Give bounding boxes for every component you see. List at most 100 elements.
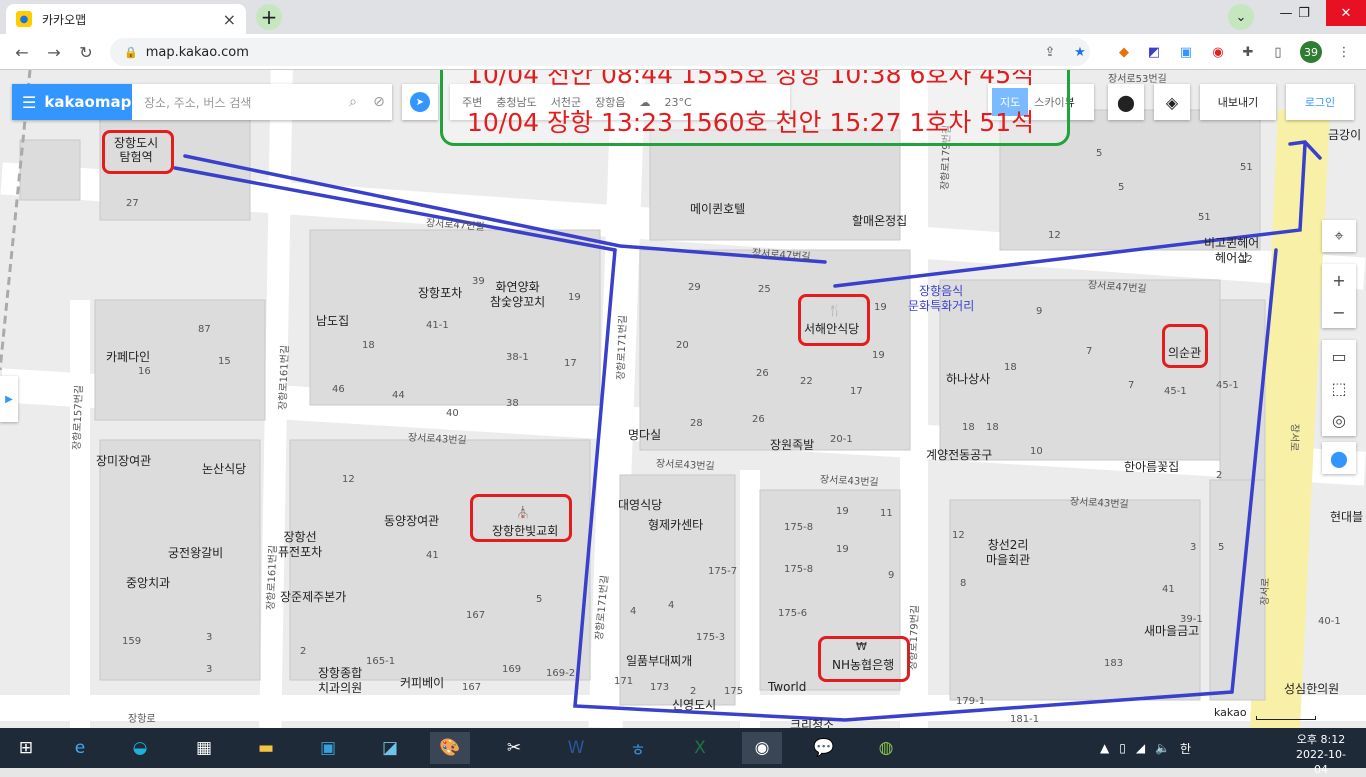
line-icon[interactable]: ◍ xyxy=(866,732,906,764)
search-input[interactable]: 장소, 주소, 버스 검색 xyxy=(132,94,340,111)
share-icon[interactable]: ⇪ xyxy=(1040,42,1060,62)
roadview-pin-icon[interactable]: ⬤ xyxy=(1108,84,1144,120)
puzzle-extensions-icon[interactable]: ✚ xyxy=(1238,42,1258,62)
menu-kebab-icon[interactable]: ⋮ xyxy=(1334,42,1354,62)
place-janghangpocha[interactable]: 장항포차 xyxy=(418,284,462,301)
place-seohae[interactable]: 서해안식당 xyxy=(804,320,859,337)
notepad-icon[interactable]: ◪ xyxy=(370,732,410,764)
ruler-icon[interactable]: ▭ xyxy=(1322,340,1356,372)
sidepanel-icon[interactable]: ▯ xyxy=(1268,42,1288,62)
place-uisun[interactable]: 의순관 xyxy=(1168,344,1201,361)
place-gungjeon[interactable]: 궁전왕갈비 xyxy=(168,544,223,561)
place-nhbank[interactable]: NH농협은행 xyxy=(832,656,894,673)
lot-number: 2 xyxy=(1216,470,1223,481)
place-church[interactable]: 장항한빛교회 xyxy=(492,522,558,539)
snipping-tool-icon[interactable]: ✂ xyxy=(494,732,534,764)
map-canvas[interactable]: 장항도시 탐험역 서해안식당 🍴 의순관 장항한빛교회 ⛪ NH농협은행 ₩ 메… xyxy=(0,70,1366,728)
place-hwayeon[interactable]: 화연양화 참숯양꼬치 xyxy=(490,280,545,310)
tray-chevron-icon[interactable]: ▲ xyxy=(1100,741,1109,755)
place-jangwon[interactable]: 장원족발 xyxy=(770,436,814,453)
export-button[interactable]: 내보내기 xyxy=(1200,84,1276,120)
control-panel-icon[interactable]: ▦ xyxy=(184,732,224,764)
file-explorer-icon[interactable]: ▬ xyxy=(246,732,286,764)
paint-icon[interactable]: 🎨 xyxy=(430,732,470,764)
extension-badge-icon[interactable]: ▣ xyxy=(1176,42,1196,62)
road-label: 장서로53번길 xyxy=(1108,74,1167,85)
place-jungang[interactable]: 중앙치과 xyxy=(126,574,170,591)
place-cafedain[interactable]: 카페다인 xyxy=(106,348,150,365)
place-coffeebay[interactable]: 커피베이 xyxy=(400,674,444,691)
place-halmae[interactable]: 할매온정집 xyxy=(852,212,907,229)
windows-start-icon[interactable]: ⊞ xyxy=(6,732,46,764)
current-location-icon[interactable]: ⌖ xyxy=(1322,220,1356,252)
excel-icon[interactable]: X xyxy=(680,732,720,764)
forward-button[interactable]: → xyxy=(42,40,66,64)
omnibox[interactable]: 🔒 map.kakao.com xyxy=(110,38,1090,66)
place-gyeyang[interactable]: 계양전동공구 xyxy=(926,446,992,463)
lot-number: 38 xyxy=(506,398,519,409)
place-crossroad[interactable]: 크리청소 xyxy=(790,716,834,728)
tab-search-button[interactable]: ⌄ xyxy=(1228,4,1254,30)
hwp-icon[interactable]: ㅎ xyxy=(618,732,658,764)
search-icon[interactable]: ⌕ xyxy=(340,94,366,110)
place-nonsan[interactable]: 논산식당 xyxy=(202,460,246,477)
lot-number: 29 xyxy=(688,282,701,293)
window-close-button[interactable]: ✕ xyxy=(1326,0,1366,26)
place-jangseonpocha[interactable]: 장항선 퓨전포차 xyxy=(278,530,322,560)
place-hana[interactable]: 하나상사 xyxy=(946,370,990,387)
layers-icon[interactable]: ◈ xyxy=(1154,84,1190,120)
place-jangmi[interactable]: 장미장여관 xyxy=(96,452,151,469)
photos-icon[interactable]: ▣ xyxy=(308,732,348,764)
place-station[interactable]: 장항도시 탐험역 xyxy=(114,136,158,164)
place-hanareum[interactable]: 한아름꽃집 xyxy=(1124,458,1179,475)
ime-icon[interactable]: 한 xyxy=(1180,740,1191,757)
expand-panel-icon[interactable]: ▶ xyxy=(0,376,18,422)
place-jangjun[interactable]: 장준제주본가 xyxy=(280,588,346,605)
place-sinyeong[interactable]: 신영도시 xyxy=(672,696,716,713)
kakaomap-logo[interactable]: ☰ kakaomap xyxy=(12,84,132,120)
browser-tab[interactable]: ● 카카오맵 × xyxy=(6,4,246,34)
volume-icon[interactable]: 🔈 xyxy=(1155,741,1170,755)
place-ilpum[interactable]: 일품부대찌개 xyxy=(626,652,692,669)
place-hyeongje[interactable]: 형제카센타 xyxy=(648,516,703,533)
place-namdo[interactable]: 남도집 xyxy=(316,312,349,329)
back-button[interactable]: ← xyxy=(10,40,34,64)
place-janghang-food[interactable]: 장항음식 문화특화거리 xyxy=(908,284,974,314)
hamburger-menu-icon[interactable]: ☰ xyxy=(22,93,36,112)
extension-badge2-icon[interactable]: ◉ xyxy=(1208,42,1228,62)
bookmark-star-icon[interactable]: ★ xyxy=(1070,42,1090,62)
reload-button[interactable]: ↻ xyxy=(74,40,98,64)
profile-avatar[interactable]: 39 xyxy=(1300,41,1322,63)
place-changseon[interactable]: 창선2리 마을회관 xyxy=(986,538,1030,568)
ie-icon[interactable]: e xyxy=(60,732,100,764)
place-geumgang[interactable]: 금강이 xyxy=(1328,126,1361,143)
check-circle-icon[interactable]: ⊘ xyxy=(366,94,392,110)
zoom-out-icon[interactable]: − xyxy=(1322,296,1356,328)
restore-button[interactable]: ❐ xyxy=(1284,0,1324,26)
metamask-extension-icon[interactable]: ◆ xyxy=(1114,42,1134,62)
place-jangsongjonghap[interactable]: 장항종합 치과의원 xyxy=(318,666,362,696)
place-seongsim[interactable]: 성심한의원 xyxy=(1284,680,1339,697)
new-tab-button[interactable]: + xyxy=(256,4,282,30)
word-icon[interactable]: W xyxy=(556,732,596,764)
network-icon[interactable]: ▯ xyxy=(1119,741,1126,755)
wifi-icon[interactable]: ◢ xyxy=(1136,741,1145,755)
directions-button[interactable]: ➤ xyxy=(402,84,438,120)
map-pin-icon[interactable]: ⬤ xyxy=(1322,442,1356,474)
compass-icon[interactable]: ◎ xyxy=(1322,404,1356,436)
place-hyeondae[interactable]: 현대블 xyxy=(1330,508,1363,525)
kakaotalk-icon[interactable]: 💬 xyxy=(804,732,844,764)
place-mecon[interactable]: 메이퀸호텔 xyxy=(690,200,745,217)
place-dongyang[interactable]: 동양장여관 xyxy=(384,512,439,529)
place-myeongda[interactable]: 명다실 xyxy=(628,426,661,443)
area-icon[interactable]: ⬚ xyxy=(1322,372,1356,404)
extension-icon[interactable]: ◩ xyxy=(1144,42,1164,62)
clock[interactable]: 오후 8:12 2022-10-04 xyxy=(1290,732,1352,777)
close-tab-icon[interactable]: × xyxy=(223,10,236,29)
chrome-icon[interactable]: ◉ xyxy=(742,732,782,764)
zoom-in-icon[interactable]: + xyxy=(1322,264,1356,296)
place-daeyeong[interactable]: 대영식당 xyxy=(618,496,662,513)
login-button[interactable]: 로그인 xyxy=(1286,84,1354,120)
place-tworld[interactable]: Tworld xyxy=(768,680,806,694)
edge-icon[interactable]: ◒ xyxy=(120,732,160,764)
